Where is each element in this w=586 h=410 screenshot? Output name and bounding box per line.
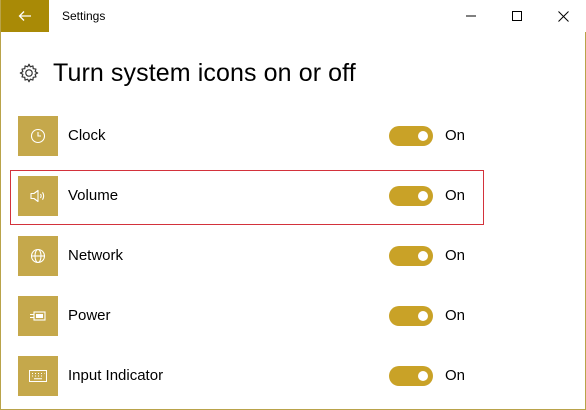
setting-label-input-indicator: Input Indicator bbox=[68, 367, 164, 384]
setting-label-network: Network bbox=[68, 247, 124, 264]
setting-row-network: Network On bbox=[18, 236, 488, 276]
setting-row-power: Power On bbox=[18, 296, 488, 336]
toggle-knob bbox=[418, 371, 428, 381]
power-plug-icon bbox=[30, 311, 46, 321]
setting-label-power: Power bbox=[68, 307, 111, 324]
setting-row-clock: Clock On bbox=[18, 116, 488, 156]
settings-window: Settings Turn system icons on or off Clo… bbox=[0, 0, 586, 410]
toggle-input-indicator[interactable] bbox=[389, 366, 433, 386]
toggle-state-clock: On bbox=[445, 127, 466, 144]
toggle-knob bbox=[418, 131, 428, 141]
toggle-state-input-indicator: On bbox=[445, 367, 466, 384]
minimize-icon bbox=[466, 15, 476, 17]
window-title: Settings bbox=[62, 9, 106, 23]
page-header: Turn system icons on or off bbox=[17, 56, 356, 90]
close-icon bbox=[557, 10, 569, 22]
setting-row-input-indicator: Input Indicator On bbox=[18, 356, 488, 396]
keyboard-icon bbox=[29, 370, 47, 382]
maximize-icon bbox=[512, 11, 522, 21]
toggle-state-power: On bbox=[445, 307, 466, 324]
clock-icon-tile bbox=[18, 116, 58, 156]
toggle-network[interactable] bbox=[389, 246, 433, 266]
toggle-clock[interactable] bbox=[389, 126, 433, 146]
minimize-button[interactable] bbox=[448, 0, 494, 32]
toggle-knob bbox=[418, 311, 428, 321]
toggle-power[interactable] bbox=[389, 306, 433, 326]
toggle-knob bbox=[418, 251, 428, 261]
page-title: Turn system icons on or off bbox=[53, 58, 356, 87]
network-icon-tile bbox=[18, 236, 58, 276]
gear-icon bbox=[17, 61, 41, 85]
title-bar: Settings bbox=[1, 0, 586, 32]
globe-icon bbox=[30, 248, 46, 264]
close-button[interactable] bbox=[540, 0, 586, 32]
maximize-button[interactable] bbox=[494, 0, 540, 32]
back-button[interactable] bbox=[1, 0, 49, 32]
power-icon-tile bbox=[18, 296, 58, 336]
input-indicator-icon-tile bbox=[18, 356, 58, 396]
back-arrow-icon bbox=[18, 11, 31, 21]
clock-icon bbox=[30, 128, 46, 144]
setting-label-clock: Clock bbox=[68, 127, 106, 144]
volume-highlight-box bbox=[10, 170, 484, 225]
toggle-state-network: On bbox=[445, 247, 466, 264]
